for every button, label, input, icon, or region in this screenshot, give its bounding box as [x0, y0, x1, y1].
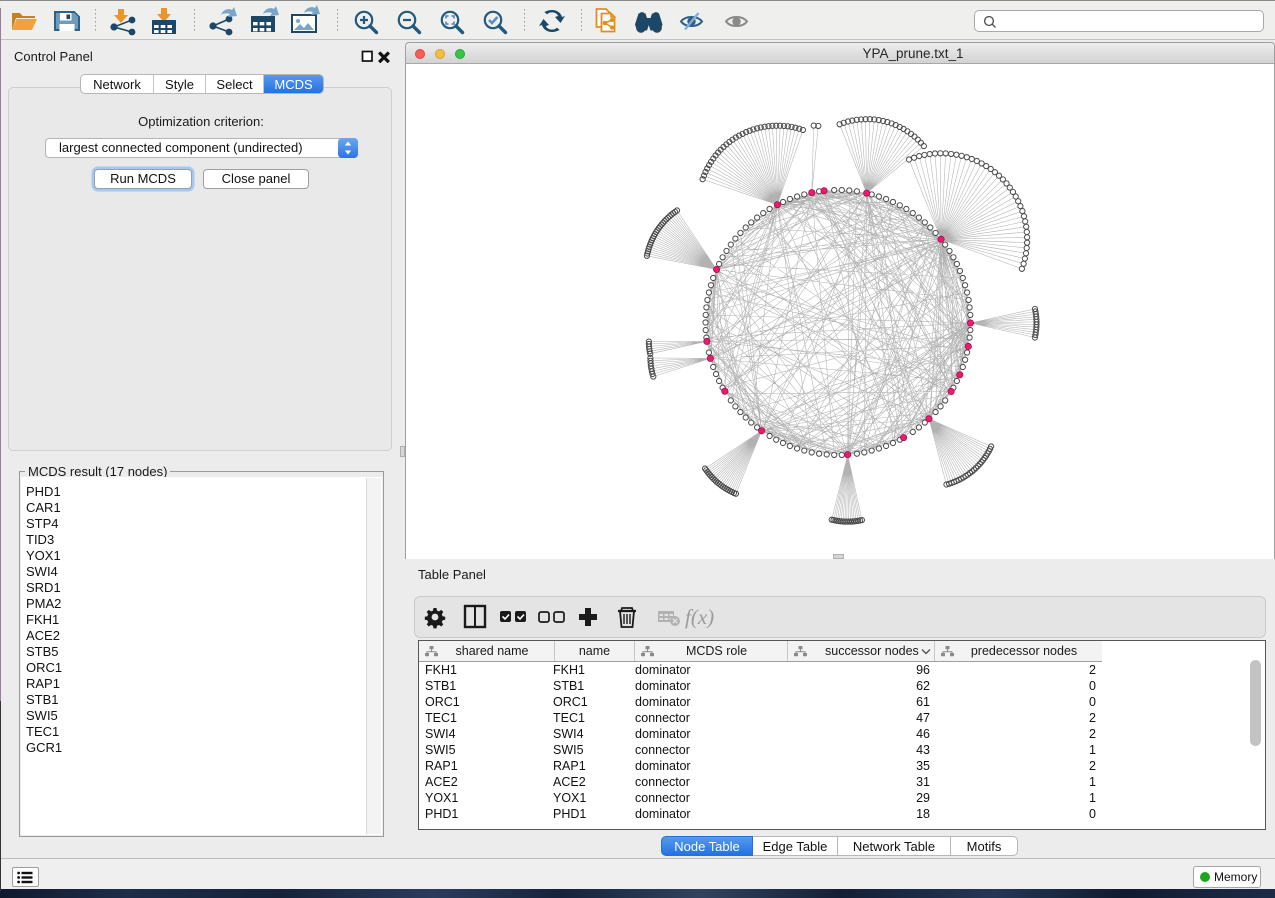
svg-text:f(x): f(x) — [685, 605, 714, 629]
